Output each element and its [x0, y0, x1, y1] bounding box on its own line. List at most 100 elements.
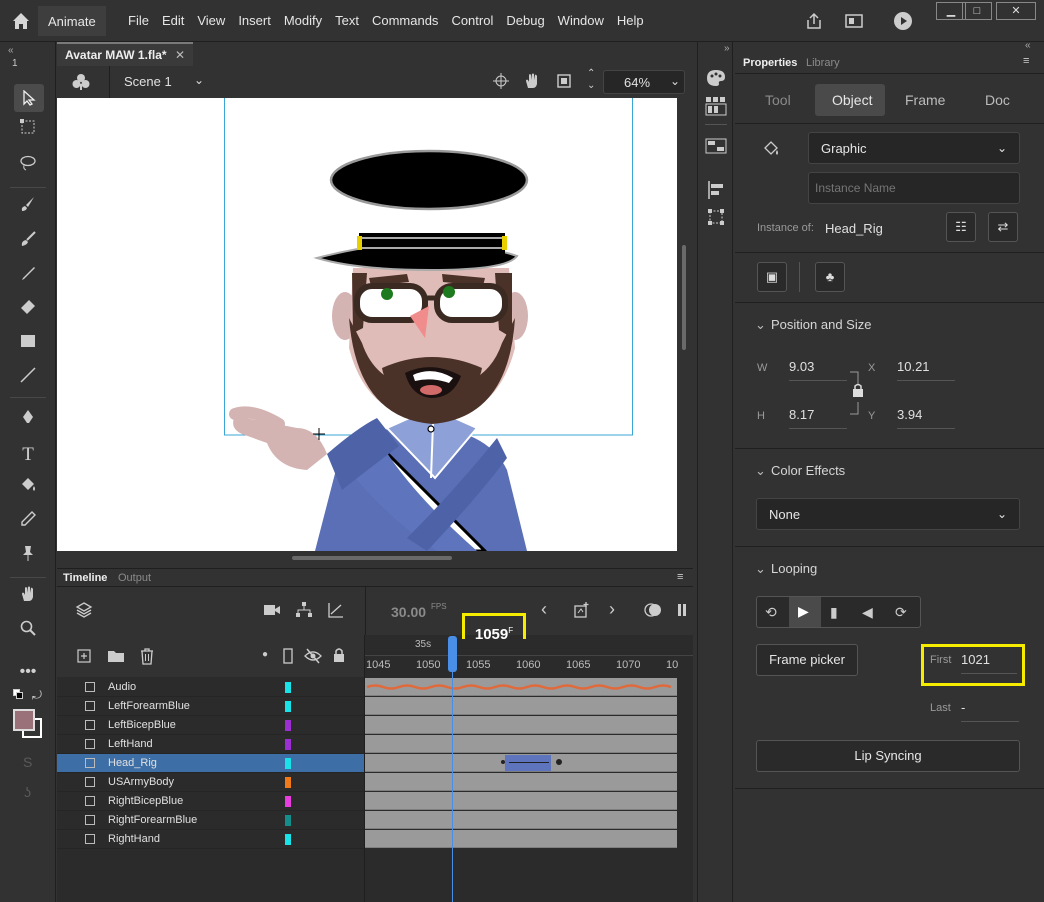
- rotate-stage-icon[interactable]: [523, 72, 541, 90]
- layer-parenting-icon[interactable]: [295, 601, 313, 619]
- playhead-handle[interactable]: [448, 636, 457, 672]
- free-transform-tool[interactable]: [14, 118, 42, 144]
- show-all-icon[interactable]: ●: [262, 649, 268, 660]
- menu-insert[interactable]: Insert: [238, 13, 271, 28]
- clip-content-icon[interactable]: [556, 73, 572, 89]
- stage-vertical-scrollbar[interactable]: [682, 245, 686, 350]
- highlight-layers-icon[interactable]: [283, 648, 293, 664]
- symbol-type-dropdown[interactable]: Graphic ⌄: [808, 132, 1020, 164]
- panel-menu-icon[interactable]: ≡: [1023, 55, 1029, 67]
- screen-mode-icon[interactable]: [844, 12, 864, 30]
- zoom-tool[interactable]: [14, 619, 42, 645]
- tab-object[interactable]: Object: [832, 92, 872, 108]
- single-frame-icon[interactable]: ▮: [830, 604, 838, 621]
- swatches-icon[interactable]: [705, 96, 727, 116]
- eye-hidden-icon[interactable]: [304, 648, 322, 664]
- pencil-tool[interactable]: [14, 264, 42, 290]
- lasso-tool[interactable]: [14, 154, 42, 180]
- swap-colors-icon[interactable]: ⤾: [32, 688, 42, 703]
- looping-header[interactable]: ⌄ Looping: [755, 561, 817, 577]
- layer-frames[interactable]: [365, 811, 677, 829]
- instance-of-value[interactable]: Head_Rig: [825, 221, 883, 236]
- keyframe-dot[interactable]: [501, 760, 505, 764]
- lip-syncing-button[interactable]: Lip Syncing: [756, 740, 1020, 772]
- width-value[interactable]: 9.03: [789, 359, 847, 381]
- symbol-options-button[interactable]: ▣: [757, 262, 787, 292]
- layer-color-swatch[interactable]: [285, 739, 291, 750]
- layer-frames[interactable]: [365, 830, 677, 848]
- position-size-header[interactable]: ⌄ Position and Size: [755, 317, 871, 333]
- menu-help[interactable]: Help: [617, 13, 644, 28]
- document-tab[interactable]: Avatar MAW 1.fla* ✕: [57, 42, 193, 66]
- loop-icon[interactable]: ⟲: [765, 604, 777, 621]
- close-window-button[interactable]: ✕: [996, 2, 1036, 20]
- play-once-button[interactable]: ▶: [789, 597, 821, 627]
- layer-color-swatch[interactable]: [285, 777, 291, 788]
- layer-row-leftbicepblue[interactable]: LeftBicepBlue: [57, 716, 365, 735]
- tab-output[interactable]: Output: [118, 572, 151, 584]
- share-icon[interactable]: [804, 11, 824, 31]
- smooth-icon[interactable]: ʖ: [24, 784, 31, 800]
- x-value[interactable]: 10.21: [897, 359, 955, 381]
- y-value[interactable]: 3.94: [897, 407, 955, 429]
- height-value[interactable]: 8.17: [789, 407, 847, 429]
- scene-selector[interactable]: Scene 1 ⌄: [109, 66, 209, 98]
- more-tools-button[interactable]: •••: [14, 659, 42, 685]
- loop-reverse-icon[interactable]: ⟳: [895, 604, 907, 621]
- layers-icon[interactable]: [75, 601, 93, 619]
- layer-color-swatch[interactable]: [285, 834, 291, 845]
- align-icon[interactable]: [706, 180, 726, 200]
- tab-doc[interactable]: Doc: [985, 92, 1010, 108]
- layer-frames-head-rig[interactable]: [365, 754, 677, 772]
- layer-color-swatch[interactable]: [285, 682, 291, 693]
- eraser-tool[interactable]: [14, 298, 42, 324]
- eyedropper-tool[interactable]: [14, 510, 42, 536]
- lock-icon[interactable]: [332, 647, 346, 663]
- paint-brush-tool[interactable]: [14, 230, 42, 256]
- layer-row-lefthand[interactable]: LeftHand: [57, 735, 365, 754]
- menu-window[interactable]: Window: [558, 13, 604, 28]
- delete-layer-icon[interactable]: [139, 647, 155, 665]
- tools-collapse-icon[interactable]: «: [8, 45, 14, 56]
- layer-frames[interactable]: [365, 716, 677, 734]
- layer-row-audio[interactable]: Audio: [57, 678, 365, 697]
- close-tab-icon[interactable]: ✕: [175, 48, 185, 62]
- new-folder-icon[interactable]: [107, 649, 125, 663]
- tab-timeline[interactable]: Timeline: [63, 572, 107, 584]
- test-movie-icon[interactable]: [893, 11, 913, 31]
- stroke-color-swatch[interactable]: [13, 709, 35, 731]
- menu-text[interactable]: Text: [335, 13, 359, 28]
- tab-properties[interactable]: Properties: [743, 57, 797, 69]
- edit-symbol-properties-button[interactable]: ☷: [946, 212, 976, 242]
- menu-view[interactable]: View: [197, 13, 225, 28]
- play-reverse-once-icon[interactable]: ◀: [862, 604, 873, 621]
- graph-icon[interactable]: [327, 601, 345, 619]
- maximize-button[interactable]: □: [962, 2, 992, 20]
- layer-row-leftforearmblue[interactable]: LeftForearmBlue: [57, 697, 365, 716]
- edit-symbols-icon[interactable]: [71, 72, 91, 92]
- insert-keyframe-icon[interactable]: [573, 601, 591, 619]
- stage-horizontal-scrollbar[interactable]: [292, 556, 452, 560]
- frame-ruler[interactable]: 35s 1045 1050 1055 1060 1065 1070 10: [365, 639, 693, 677]
- paint-bucket-tool[interactable]: [14, 476, 42, 502]
- home-icon[interactable]: [10, 10, 32, 32]
- menu-debug[interactable]: Debug: [506, 13, 544, 28]
- pen-tool[interactable]: [14, 408, 42, 434]
- layer-row-rightbicepblue[interactable]: RightBicepBlue: [57, 792, 365, 811]
- transform-panel-icon[interactable]: [706, 207, 726, 227]
- text-tool[interactable]: T: [14, 442, 42, 468]
- zoom-dropdown[interactable]: 64% ⌄: [603, 70, 685, 94]
- zoom-stepper-icon[interactable]: ⌃ ⌄: [587, 68, 595, 92]
- menu-modify[interactable]: Modify: [284, 13, 322, 28]
- layer-frames[interactable]: [365, 735, 677, 753]
- layer-frames[interactable]: [365, 773, 677, 791]
- panel-collapse-icon[interactable]: »: [724, 43, 730, 54]
- last-frame-value[interactable]: -: [961, 700, 1019, 722]
- layer-row-righthand[interactable]: RightHand: [57, 830, 365, 849]
- edit-multiple-frames-icon[interactable]: [677, 601, 689, 619]
- tab-library[interactable]: Library: [806, 57, 840, 69]
- layer-color-swatch[interactable]: [285, 701, 291, 712]
- fps-value[interactable]: 30.00: [391, 604, 426, 620]
- first-frame-value[interactable]: 1021: [961, 652, 1017, 674]
- layer-color-swatch[interactable]: [285, 720, 291, 731]
